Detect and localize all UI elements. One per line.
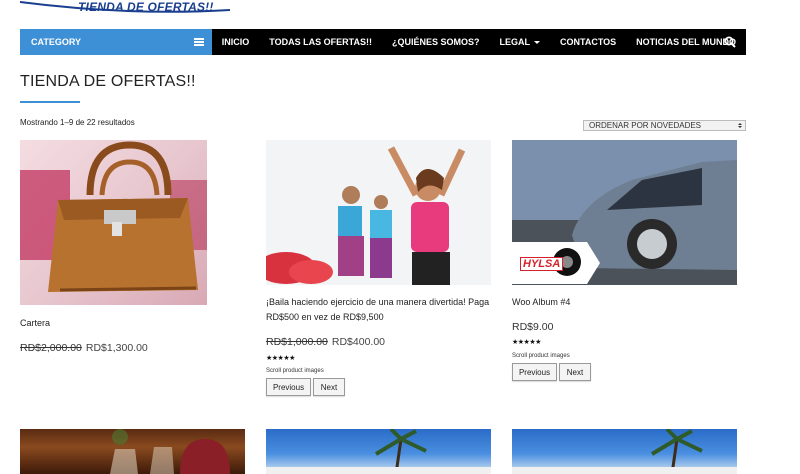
palm-trees-image-icon [512, 429, 737, 474]
next-button[interactable]: Next [313, 378, 345, 396]
palm-trees-image-icon [266, 429, 491, 474]
product-title-cartera[interactable]: Cartera [20, 318, 50, 328]
old-price: RD$2,000.00 [20, 342, 82, 354]
nav-item-todas-las-ofertas[interactable]: TODAS LAS OFERTAS!! [259, 29, 382, 55]
previous-button[interactable]: Previous [512, 363, 557, 381]
nav-item-inicio[interactable]: INICIO [212, 29, 260, 55]
previous-button[interactable]: Previous [266, 378, 311, 396]
result-count: Mostrando 1–9 de 22 resultados [20, 118, 135, 127]
orderby-select[interactable]: ORDENAR POR NOVEDADES [583, 120, 746, 131]
chevron-down-icon [533, 40, 540, 44]
product-image-baila[interactable] [266, 140, 491, 285]
product-image-woo-album-4[interactable]: HYLSA [512, 140, 737, 285]
title-underline [20, 101, 80, 103]
old-price: RD$1,000.00 [266, 336, 328, 348]
category-label: CATEGORY [31, 37, 82, 47]
product-image-resort-2[interactable] [512, 429, 737, 474]
nav-item-legal[interactable]: LEGAL [489, 29, 550, 55]
product-price-cartera: RD$2,000.00 RD$1,300.00 [20, 342, 148, 354]
image-badge-text: HYLSA [520, 257, 564, 271]
product-title-woo-album-4[interactable]: Woo Album #4 [512, 297, 570, 307]
handbag-image-icon [20, 141, 207, 292]
scroll-label: Scroll product images [266, 368, 324, 374]
page-title: TIENDA DE OFERTAS!! [20, 73, 196, 90]
scroll-label: Scroll product images [512, 353, 570, 359]
hamburger-icon [193, 38, 204, 46]
product-price-woo-album-4: RD$9.00 [512, 321, 554, 333]
category-menu-button[interactable]: CATEGORY [20, 29, 212, 55]
main-navigation: CATEGORY INICIO TODAS LAS OFERTAS!! ¿QUI… [20, 29, 746, 55]
logo-text: TIENDA DE OFERTAS!! [78, 0, 214, 14]
product-image-resort-1[interactable] [266, 429, 491, 474]
product-title-baila[interactable]: ¡Baila haciendo ejercicio de una manera … [266, 297, 489, 307]
dancers-image-icon [266, 140, 491, 285]
search-icon[interactable] [724, 36, 736, 48]
product-price-baila: RD$1,000.00 RD$400.00 [266, 336, 385, 348]
site-logo[interactable]: TIENDA DE OFERTAS!! [20, 0, 240, 26]
star-rating: ★★★★★ [266, 355, 295, 362]
product-title-baila-line2[interactable]: RD$500 en vez de RD$9,500 [266, 312, 384, 322]
sale-price: RD$400.00 [331, 336, 386, 348]
orderby-selected-value: ORDENAR POR NOVEDADES [589, 121, 702, 130]
product-image-wine[interactable] [20, 429, 245, 474]
nav-item-quienes-somos[interactable]: ¿QUIÉNES SOMOS? [382, 29, 490, 55]
next-button[interactable]: Next [559, 363, 591, 381]
star-rating: ★★★★★ [512, 339, 541, 346]
sale-price: RD$1,300.00 [85, 342, 148, 354]
nav-item-legal-label: LEGAL [499, 37, 530, 47]
nav-item-contactos[interactable]: CONTACTOS [550, 29, 626, 55]
select-arrows-icon [736, 121, 743, 130]
product-image-cartera[interactable] [20, 140, 207, 305]
wine-glasses-image-icon [110, 429, 230, 474]
